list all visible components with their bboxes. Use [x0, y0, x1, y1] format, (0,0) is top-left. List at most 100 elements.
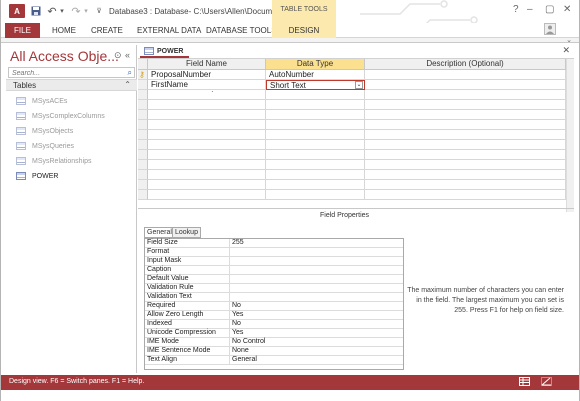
field-property-row[interactable]: Validation Text	[145, 293, 403, 302]
row-selector[interactable]: ⚷	[138, 70, 148, 80]
description-cell[interactable]	[365, 150, 566, 160]
tab-home[interactable]: HOME	[52, 26, 76, 35]
tab-general[interactable]: General	[144, 227, 175, 238]
field-name-cell[interactable]	[148, 130, 266, 140]
restore-button[interactable]: ▢	[545, 4, 554, 15]
data-type-cell[interactable]	[266, 170, 365, 180]
document-tab-power[interactable]: POWER	[140, 45, 190, 58]
row-selector[interactable]	[138, 160, 148, 170]
field-property-value[interactable]: None	[229, 347, 403, 356]
description-cell[interactable]	[365, 90, 566, 100]
data-type-cell[interactable]	[266, 190, 365, 200]
description-cell[interactable]	[365, 170, 566, 180]
field-property-row[interactable]: Format	[145, 248, 403, 257]
grid-vertical-scrollbar[interactable]	[566, 59, 574, 212]
description-cell[interactable]	[365, 180, 566, 190]
field-name-cell[interactable]	[148, 180, 266, 190]
description-cell[interactable]	[365, 190, 566, 200]
row-selector[interactable]	[138, 140, 148, 150]
nav-menu-dropdown-icon[interactable]: ⊙	[114, 50, 122, 61]
nav-item-msysrelationships[interactable]: MSysRelationships	[16, 155, 134, 167]
field-property-value[interactable]: No	[229, 320, 403, 329]
nav-group-tables[interactable]: Tables ⌃	[6, 79, 137, 91]
field-name-cell[interactable]	[148, 160, 266, 170]
field-property-row[interactable]: Default Value	[145, 275, 403, 284]
field-name-cell[interactable]: ProposalNumber	[148, 70, 266, 80]
tab-database-tools[interactable]: DATABASE TOOLS	[206, 26, 277, 35]
field-name-cell[interactable]	[148, 120, 266, 130]
data-type-cell[interactable]	[266, 140, 365, 150]
field-property-value[interactable]	[229, 275, 403, 284]
tab-file[interactable]: FILE	[5, 23, 40, 38]
description-cell[interactable]	[365, 130, 566, 140]
data-type-cell[interactable]	[266, 120, 365, 130]
tab-create[interactable]: CREATE	[91, 26, 123, 35]
field-property-value[interactable]	[229, 257, 403, 266]
nav-item-msysobjects[interactable]: MSysObjects	[16, 125, 134, 137]
field-property-row[interactable]: Text Align General	[145, 356, 403, 365]
data-type-cell[interactable]	[266, 100, 365, 110]
close-window-button[interactable]: ✕	[563, 4, 571, 15]
description-cell[interactable]	[365, 120, 566, 130]
field-property-row[interactable]: Indexed No	[145, 320, 403, 329]
nav-item-msyscomplexcolumns[interactable]: MSysComplexColumns	[16, 110, 134, 122]
save-icon[interactable]	[30, 4, 42, 18]
field-property-row[interactable]: Unicode Compression Yes	[145, 329, 403, 338]
chevron-up-icon[interactable]: ⌃	[124, 80, 131, 89]
field-property-value[interactable]	[229, 284, 403, 293]
tab-external-data[interactable]: EXTERNAL DATA	[137, 26, 201, 35]
field-property-value[interactable]: Yes	[229, 329, 403, 338]
nav-search-box[interactable]: ⌕	[8, 67, 135, 78]
data-type-cell[interactable]	[266, 180, 365, 190]
pane-splitter[interactable]	[138, 208, 574, 209]
row-selector[interactable]	[138, 120, 148, 130]
search-icon[interactable]: ⌕	[128, 68, 132, 78]
description-cell[interactable]	[365, 110, 566, 120]
nav-item-msysqueries[interactable]: MSysQueries	[16, 140, 134, 152]
field-property-row[interactable]: Validation Rule	[145, 284, 403, 293]
minimize-button[interactable]: –	[527, 4, 533, 15]
nav-item-msysaces[interactable]: MSysACEs	[16, 95, 134, 107]
field-property-value[interactable]	[229, 293, 403, 302]
field-property-row[interactable]: IME Mode No Control	[145, 338, 403, 347]
row-selector[interactable]	[138, 90, 148, 100]
data-type-select[interactable]: Short Text ⌄	[266, 80, 365, 90]
field-property-value[interactable]: General	[229, 356, 403, 365]
row-selector[interactable]	[138, 170, 148, 180]
field-property-value[interactable]	[229, 266, 403, 275]
undo-icon[interactable]: ↶	[46, 4, 58, 18]
field-property-value[interactable]	[229, 248, 403, 257]
data-type-cell[interactable]	[266, 130, 365, 140]
row-selector[interactable]	[138, 130, 148, 140]
customize-toolbar-icon[interactable]: ⊽	[95, 4, 103, 18]
row-selector[interactable]	[138, 110, 148, 120]
description-cell[interactable]	[365, 70, 566, 80]
tab-lookup[interactable]: Lookup	[172, 227, 201, 238]
field-name-cell[interactable]	[148, 140, 266, 150]
description-cell[interactable]	[365, 80, 566, 90]
field-property-row[interactable]: Caption	[145, 266, 403, 275]
field-name-cell[interactable]	[148, 110, 266, 120]
row-selector[interactable]	[138, 180, 148, 190]
field-name-cell[interactable]	[148, 170, 266, 180]
chevron-down-icon[interactable]: ⌄	[355, 81, 363, 89]
datasheet-view-icon[interactable]	[519, 377, 531, 387]
field-property-row[interactable]: Field Size 255	[145, 239, 403, 248]
nav-search-input[interactable]	[9, 69, 119, 78]
field-name-cell[interactable]	[148, 190, 266, 200]
field-property-row[interactable]: Input Mask	[145, 257, 403, 266]
field-property-row[interactable]: IME Sentence Mode None	[145, 347, 403, 356]
row-selector[interactable]	[138, 80, 148, 90]
description-cell[interactable]	[365, 140, 566, 150]
field-name-cell[interactable]: FirstName	[148, 80, 266, 90]
redo-dropdown-icon[interactable]: ▾	[82, 4, 90, 18]
data-type-cell[interactable]	[266, 90, 365, 100]
row-selector[interactable]	[138, 150, 148, 160]
field-property-value[interactable]: No Control	[229, 338, 403, 347]
row-selector[interactable]	[138, 190, 148, 200]
ribbon-expand-icon[interactable]: ⌄	[566, 36, 572, 44]
field-name-cell[interactable]	[148, 90, 266, 100]
close-document-icon[interactable]: ✕	[562, 45, 570, 56]
field-property-value[interactable]: Yes	[229, 311, 403, 320]
data-type-cell[interactable]	[266, 150, 365, 160]
